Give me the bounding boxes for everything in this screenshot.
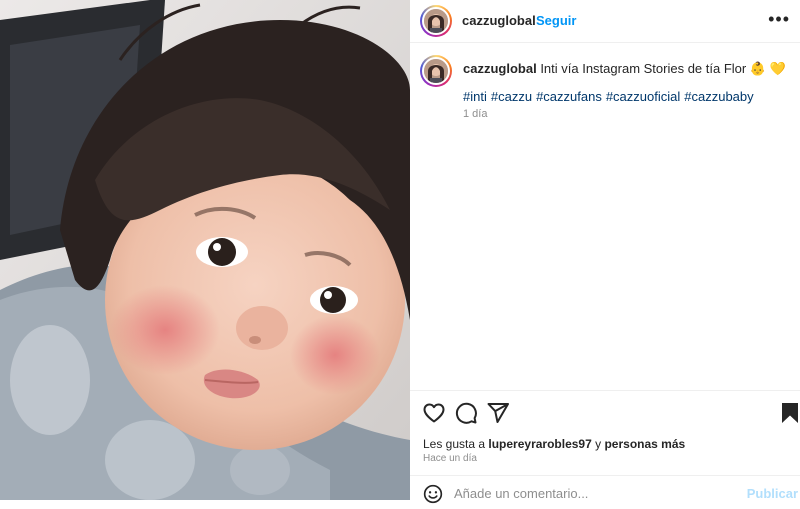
action-bar: Les gusta a lupereyrarobles97 y personas…	[410, 390, 800, 504]
heart-icon[interactable]	[422, 401, 446, 425]
bookmark-icon[interactable]	[778, 401, 800, 425]
emoji-icon[interactable]	[423, 484, 443, 504]
author-avatar[interactable]	[420, 5, 452, 37]
caption-hashtags: #inti #cazzu #cazzufans #cazzuoficial #cazzu…	[463, 89, 758, 104]
hashtag-link[interactable]: #cazzuoficial	[606, 89, 680, 104]
post-header: cazzuglobal Seguir · •••	[410, 0, 800, 43]
caption-avatar[interactable]	[420, 55, 452, 87]
avatar-image	[424, 59, 448, 83]
post-caption: cazzuglobal Inti vía Instagram Stories d…	[463, 60, 793, 77]
comment-input[interactable]	[454, 486, 734, 501]
hashtag-link[interactable]: #cazzu	[491, 89, 532, 104]
comment-bar: Publicar	[410, 475, 800, 504]
avatar-image	[424, 9, 448, 33]
caption-text: Inti vía Instagram Stories de tía Flor 👶…	[540, 61, 786, 76]
post-timestamp[interactable]: Hace un día	[423, 453, 477, 464]
caption-username[interactable]: cazzuglobal	[463, 61, 537, 76]
hashtag-link[interactable]: #cazzufans	[536, 89, 602, 104]
more-icon[interactable]: •••	[768, 9, 790, 30]
hashtag-link[interactable]: #cazzubaby	[684, 89, 753, 104]
likes-conjunction: y	[595, 437, 602, 451]
liked-by-user[interactable]: lupereyrarobles97	[488, 437, 591, 451]
caption-timestamp[interactable]: 1 día	[463, 108, 487, 120]
publish-button[interactable]: Publicar	[747, 486, 798, 501]
send-icon[interactable]	[486, 401, 510, 425]
likes-summary: Les gusta a lupereyrarobles97 y personas…	[423, 437, 685, 451]
hashtag-link[interactable]: #inti	[463, 89, 487, 104]
follow-button[interactable]: Seguir	[536, 13, 576, 28]
post-photo[interactable]	[0, 0, 410, 500]
post-side-panel: cazzuglobal Seguir · ••• cazzuglobal Int…	[410, 0, 800, 504]
baby-photo-illustration	[0, 0, 410, 500]
likes-prefix: Les gusta a	[423, 437, 486, 451]
likes-others-link[interactable]: personas más	[604, 437, 685, 451]
author-username[interactable]: cazzuglobal	[462, 13, 536, 28]
separator-dot: ·	[526, 13, 531, 28]
comment-icon[interactable]	[454, 401, 478, 425]
